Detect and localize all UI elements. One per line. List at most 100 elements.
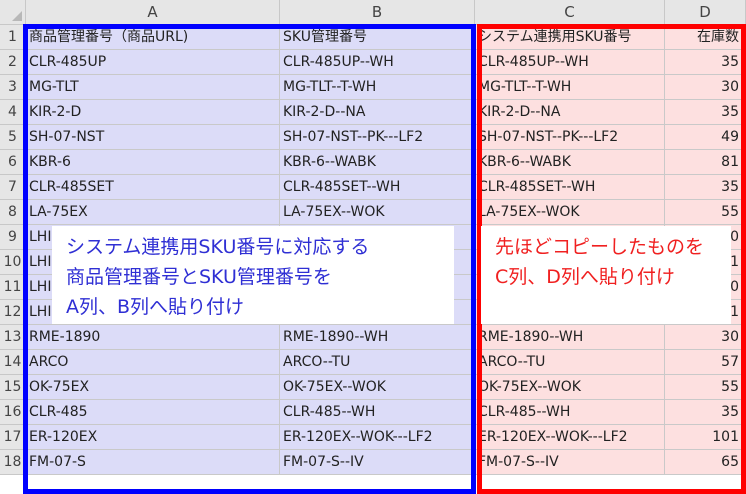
table-row: ER-120EX ER-120EX--WOK---LF2 ER-120EX--WOK… — [26, 425, 746, 450]
cell-d[interactable]: 35 — [665, 50, 746, 75]
cell-d[interactable]: 57 — [665, 350, 746, 375]
table-row: CLR-485 CLR-485--WH CLR-485--WH 35 — [26, 400, 746, 425]
cell-a[interactable]: OK-75EX — [26, 375, 280, 400]
row-header[interactable]: 13 — [0, 325, 26, 350]
cell-d[interactable]: 81 — [665, 150, 746, 175]
cell-b[interactable]: CLR-485--WH — [280, 400, 475, 425]
cell-c[interactable]: システム連携用SKU番号 — [475, 25, 665, 50]
cell-b[interactable]: SKU管理番号 — [280, 25, 475, 50]
cell-c[interactable]: LA-75EX--WOK — [475, 200, 665, 225]
cell-d[interactable]: 30 — [665, 325, 746, 350]
cell-b[interactable]: SH-07-NST--PK---LF2 — [280, 125, 475, 150]
cell-b[interactable]: LA-75EX--WOK — [280, 200, 475, 225]
cell-c[interactable]: ARCO--TU — [475, 350, 665, 375]
column-header-d[interactable]: D — [665, 0, 746, 25]
cell-b[interactable]: ARCO--TU — [280, 350, 475, 375]
cell-a[interactable]: RME-1890 — [26, 325, 280, 350]
row-header[interactable]: 15 — [0, 375, 26, 400]
cell-c[interactable]: CLR-485UP--WH — [475, 50, 665, 75]
row-header[interactable]: 9 — [0, 225, 26, 250]
cell-b[interactable]: CLR-485UP--WH — [280, 50, 475, 75]
cell-a[interactable]: ER-120EX — [26, 425, 280, 450]
callout-line: システム連携用SKU番号に対応する — [66, 236, 370, 258]
row-header[interactable]: 8 — [0, 200, 26, 225]
cell-d[interactable]: 在庫数 — [665, 25, 746, 50]
row-header[interactable]: 5 — [0, 125, 26, 150]
row-header[interactable]: 11 — [0, 275, 26, 300]
row-header[interactable]: 16 — [0, 400, 26, 425]
callout-line: A列、B列へ貼り付け — [66, 296, 245, 318]
cell-b[interactable]: KIR-2-D--NA — [280, 100, 475, 125]
cell-a[interactable]: KBR-6 — [26, 150, 280, 175]
callout-line: 先ほどコピーしたものを — [495, 236, 705, 258]
cell-c[interactable]: FM-07-S--IV — [475, 450, 665, 475]
table-row: ARCO ARCO--TU ARCO--TU 57 — [26, 350, 746, 375]
cell-b[interactable]: MG-TLT--T-WH — [280, 75, 475, 100]
cell-a[interactable]: KIR-2-D — [26, 100, 280, 125]
cell-c[interactable]: KBR-6--WABK — [475, 150, 665, 175]
cell-a[interactable]: FM-07-S — [26, 450, 280, 475]
table-row: 商品管理番号（商品URL) SKU管理番号 システム連携用SKU番号 在庫数 — [26, 25, 746, 50]
cell-b[interactable]: CLR-485SET--WH — [280, 175, 475, 200]
table-row: SH-07-NST SH-07-NST--PK---LF2 SH-07-NST--P… — [26, 125, 746, 150]
cell-d[interactable]: 101 — [665, 425, 746, 450]
callout-paste-cd: 先ほどコピーしたものを C列、D列へ貼り付け — [481, 226, 731, 324]
row-header[interactable]: 7 — [0, 175, 26, 200]
row-header[interactable]: 12 — [0, 300, 26, 325]
cell-d[interactable]: 35 — [665, 100, 746, 125]
table-row: KBR-6 KBR-6--WABK KBR-6--WABK 81 — [26, 150, 746, 175]
cell-d[interactable]: 35 — [665, 175, 746, 200]
cell-a[interactable]: CLR-485SET — [26, 175, 280, 200]
cell-b[interactable]: OK-75EX--WOK — [280, 375, 475, 400]
cell-b[interactable]: RME-1890--WH — [280, 325, 475, 350]
row-header[interactable]: 4 — [0, 100, 26, 125]
cell-a[interactable]: SH-07-NST — [26, 125, 280, 150]
cell-a[interactable]: 商品管理番号（商品URL) — [26, 25, 280, 50]
cell-d[interactable]: 35 — [665, 400, 746, 425]
cell-a[interactable]: CLR-485 — [26, 400, 280, 425]
cell-b[interactable]: KBR-6--WABK — [280, 150, 475, 175]
row-header[interactable]: 1 — [0, 25, 26, 50]
cell-c[interactable]: MG-TLT--T-WH — [475, 75, 665, 100]
cell-a[interactable]: ARCO — [26, 350, 280, 375]
cell-a[interactable]: MG-TLT — [26, 75, 280, 100]
column-header-c[interactable]: C — [475, 0, 665, 25]
column-header-a[interactable]: A — [26, 0, 280, 25]
table-row: OK-75EX OK-75EX--WOK OK-75EX--WOK 55 — [26, 375, 746, 400]
cell-a[interactable]: LA-75EX — [26, 200, 280, 225]
cell-c[interactable]: CLR-485--WH — [475, 400, 665, 425]
column-header-b[interactable]: B — [280, 0, 475, 25]
table-row: MG-TLT MG-TLT--T-WH MG-TLT--T-WH 30 — [26, 75, 746, 100]
row-header[interactable]: 18 — [0, 450, 26, 475]
cell-c[interactable]: KIR-2-D--NA — [475, 100, 665, 125]
callout-line: C列、D列へ貼り付け — [495, 266, 675, 288]
cell-b[interactable]: ER-120EX--WOK---LF2 — [280, 425, 475, 450]
row-header[interactable]: 17 — [0, 425, 26, 450]
cell-d[interactable]: 55 — [665, 200, 746, 225]
table-row: KIR-2-D KIR-2-D--NA KIR-2-D--NA 35 — [26, 100, 746, 125]
cell-c[interactable]: RME-1890--WH — [475, 325, 665, 350]
row-header[interactable]: 2 — [0, 50, 26, 75]
cell-d[interactable]: 49 — [665, 125, 746, 150]
cell-c[interactable]: CLR-485SET--WH — [475, 175, 665, 200]
cell-d[interactable]: 65 — [665, 450, 746, 475]
cell-c[interactable]: OK-75EX--WOK — [475, 375, 665, 400]
cell-d[interactable]: 55 — [665, 375, 746, 400]
cell-c[interactable]: SH-07-NST--PK---LF2 — [475, 125, 665, 150]
table-row: LA-75EX LA-75EX--WOK LA-75EX--WOK 55 — [26, 200, 746, 225]
row-header[interactable]: 6 — [0, 150, 26, 175]
table-row: FM-07-S FM-07-S--IV FM-07-S--IV 65 — [26, 450, 746, 475]
table-row: RME-1890 RME-1890--WH RME-1890--WH 30 — [26, 325, 746, 350]
cell-a[interactable]: CLR-485UP — [26, 50, 280, 75]
row-header[interactable]: 3 — [0, 75, 26, 100]
row-header[interactable]: 14 — [0, 350, 26, 375]
row-header[interactable]: 10 — [0, 250, 26, 275]
cell-c[interactable]: ER-120EX--WOK---LF2 — [475, 425, 665, 450]
callout-line: 商品管理番号とSKU管理番号を — [66, 266, 332, 288]
cell-b[interactable]: FM-07-S--IV — [280, 450, 475, 475]
table-row: CLR-485SET CLR-485SET--WH CLR-485SET--WH 35 — [26, 175, 746, 200]
cell-d[interactable]: 30 — [665, 75, 746, 100]
callout-paste-ab: システム連携用SKU番号に対応する 商品管理番号とSKU管理番号を A列、B列へ… — [52, 226, 454, 324]
spreadsheet: A B C D 1 2 3 4 5 6 7 8 9 10 11 12 13 14 15 16 17 18 商品管理… — [0, 0, 746, 494]
select-all-corner[interactable] — [0, 0, 26, 25]
